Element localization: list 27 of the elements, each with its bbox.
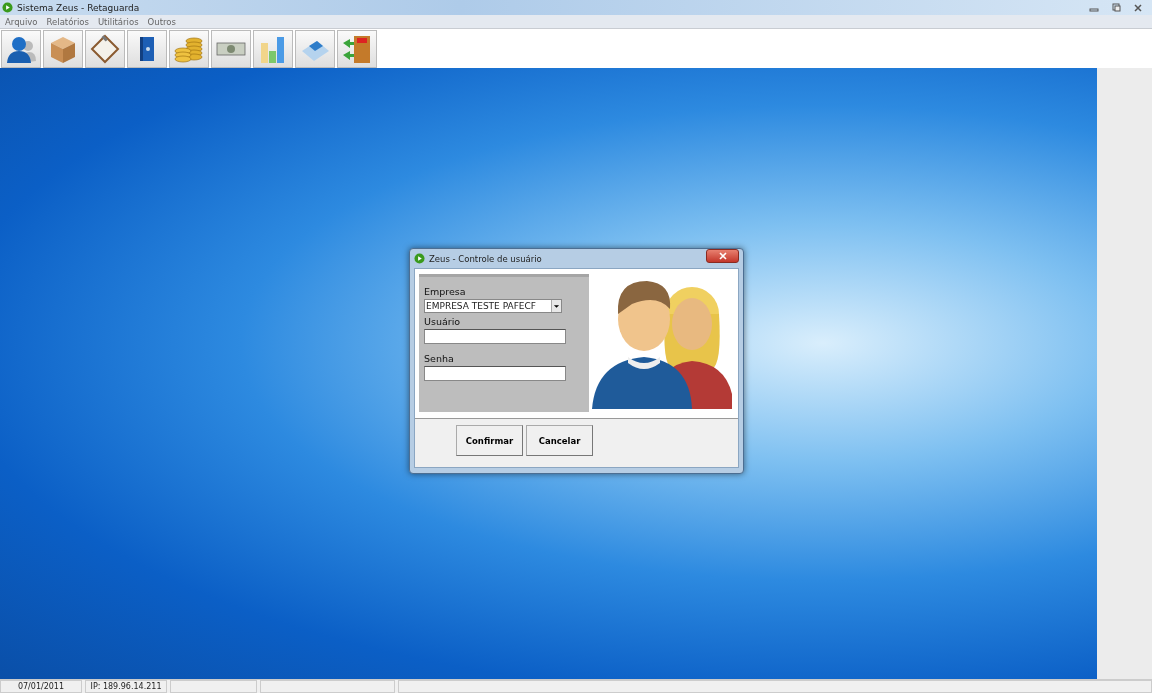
user-input-field[interactable] (424, 329, 566, 344)
dialog-button[interactable]: Confirmar (456, 425, 523, 456)
dialog-button[interactable]: Cancelar (526, 425, 593, 456)
menu-item[interactable]: Outros (147, 16, 176, 27)
toolbar-button[interactable] (337, 29, 377, 68)
window-title: Sistema Zeus - Retaguarda (17, 2, 140, 13)
status-cell: IP: 189.96.14.211 (85, 680, 167, 693)
company-dropdown[interactable]: EMPRESA TESTE PAFECF (424, 299, 562, 313)
app-icon (2, 2, 13, 13)
password-input-field[interactable] (424, 366, 566, 381)
menu-item[interactable]: Relatórios (46, 16, 89, 27)
dialog-title: Zeus - Controle de usuário (429, 253, 542, 264)
app-icon (414, 253, 425, 264)
toolbar-button[interactable] (127, 29, 167, 68)
toolbar-button[interactable] (1, 29, 41, 68)
menu-item[interactable]: Arquivo (5, 16, 38, 27)
caret-icon (551, 300, 561, 312)
field-label: Senha (424, 353, 455, 364)
toolbar-button[interactable] (295, 29, 335, 68)
toolbar-button[interactable] (85, 29, 125, 68)
field-label: Empresa (424, 286, 467, 297)
field-label: Usuário (424, 316, 462, 327)
menu-item[interactable]: Utilitários (97, 16, 139, 27)
clipboard-icon (89, 32, 121, 65)
close-icon (717, 251, 728, 260)
status-cell: 07/01/2011 (0, 680, 82, 693)
close-button[interactable] (706, 248, 739, 263)
